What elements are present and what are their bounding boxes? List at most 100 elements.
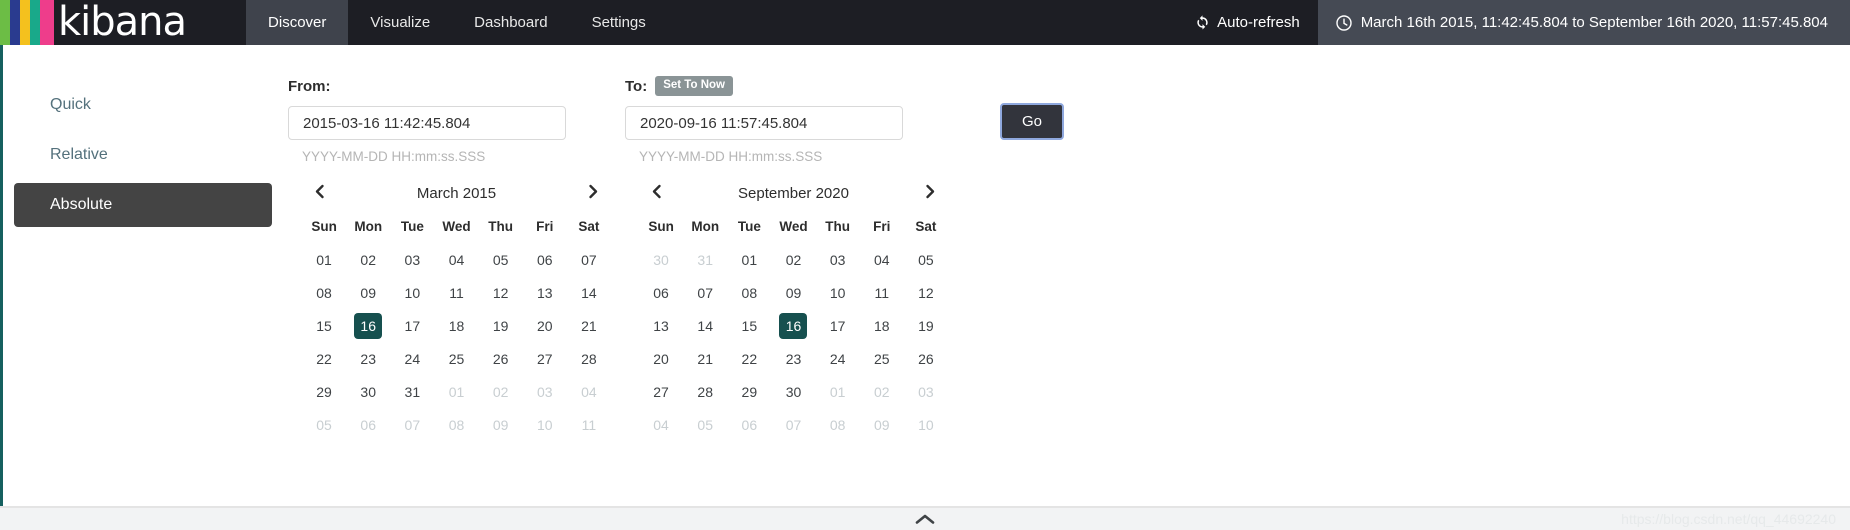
calendar-day[interactable]: 02	[354, 247, 382, 273]
from-date-input[interactable]	[288, 106, 566, 140]
calendar-day[interactable]: 08	[310, 280, 338, 306]
calendar-day[interactable]: 13	[531, 280, 559, 306]
calendar-day[interactable]: 07	[398, 412, 426, 438]
tab-discover[interactable]: Discover	[246, 0, 349, 45]
calendar-day[interactable]: 26	[487, 346, 515, 372]
calendar-day[interactable]: 06	[531, 247, 559, 273]
calendar-day[interactable]: 08	[735, 280, 763, 306]
go-button[interactable]: Go	[1000, 103, 1064, 140]
calendar-day[interactable]: 14	[691, 313, 719, 339]
calendar-day[interactable]: 08	[824, 412, 852, 438]
calendar-day[interactable]: 30	[779, 379, 807, 405]
calendar-day[interactable]: 04	[647, 412, 675, 438]
calendar-day[interactable]: 26	[912, 346, 940, 372]
mode-quick[interactable]: Quick	[14, 83, 272, 127]
calendar-day[interactable]: 24	[824, 346, 852, 372]
calendar-day[interactable]: 30	[647, 247, 675, 273]
calendar-day[interactable]: 10	[824, 280, 852, 306]
tab-dashboard[interactable]: Dashboard	[452, 0, 569, 45]
calendar-day[interactable]: 12	[487, 280, 515, 306]
calendar-day[interactable]: 10	[398, 280, 426, 306]
calendar-day[interactable]: 21	[575, 313, 603, 339]
calendar-day[interactable]: 05	[487, 247, 515, 273]
set-to-now-button[interactable]: Set To Now	[655, 76, 733, 96]
calendar-day[interactable]: 15	[310, 313, 338, 339]
tab-visualize[interactable]: Visualize	[348, 0, 452, 45]
calendar-day[interactable]: 04	[575, 379, 603, 405]
chevron-left-icon[interactable]	[645, 182, 668, 204]
tab-settings[interactable]: Settings	[570, 0, 668, 45]
mode-relative[interactable]: Relative	[14, 133, 272, 177]
calendar-day[interactable]: 17	[824, 313, 852, 339]
calendar-day[interactable]: 07	[779, 412, 807, 438]
calendar-day[interactable]: 02	[868, 379, 896, 405]
calendar-day[interactable]: 23	[779, 346, 807, 372]
calendar-day[interactable]: 09	[487, 412, 515, 438]
calendar-day[interactable]: 13	[647, 313, 675, 339]
calendar-day[interactable]: 19	[487, 313, 515, 339]
calendar-day[interactable]: 15	[735, 313, 763, 339]
calendar-day[interactable]: 05	[691, 412, 719, 438]
chevron-left-icon[interactable]	[308, 182, 331, 204]
calendar-day[interactable]: 21	[691, 346, 719, 372]
calendar-day[interactable]: 06	[735, 412, 763, 438]
calendar-day[interactable]: 07	[691, 280, 719, 306]
calendar-day[interactable]: 09	[868, 412, 896, 438]
calendar-day[interactable]: 28	[575, 346, 603, 372]
calendar-day[interactable]: 22	[735, 346, 763, 372]
mode-absolute[interactable]: Absolute	[14, 183, 272, 227]
calendar-day[interactable]: 03	[531, 379, 559, 405]
calendar-day[interactable]: 12	[912, 280, 940, 306]
calendar-day[interactable]: 27	[531, 346, 559, 372]
calendar-day[interactable]: 29	[310, 379, 338, 405]
calendar-day[interactable]: 03	[824, 247, 852, 273]
calendar-day[interactable]: 20	[647, 346, 675, 372]
calendar-day[interactable]: 10	[912, 412, 940, 438]
calendar-day[interactable]: 22	[310, 346, 338, 372]
calendar-day[interactable]: 03	[398, 247, 426, 273]
calendar-day[interactable]: 01	[824, 379, 852, 405]
calendar-day[interactable]: 31	[691, 247, 719, 273]
calendar-day[interactable]: 09	[354, 280, 382, 306]
calendar-day[interactable]: 18	[868, 313, 896, 339]
calendar-day[interactable]: 06	[647, 280, 675, 306]
calendar-day[interactable]: 03	[912, 379, 940, 405]
calendar-day[interactable]: 20	[531, 313, 559, 339]
calendar-day[interactable]: 06	[354, 412, 382, 438]
calendar-day[interactable]: 01	[310, 247, 338, 273]
calendar-day[interactable]: 08	[442, 412, 470, 438]
chevron-right-icon[interactable]	[919, 182, 942, 204]
chevron-right-icon[interactable]	[582, 182, 605, 204]
calendar-day[interactable]: 04	[442, 247, 470, 273]
calendar-day[interactable]: 02	[779, 247, 807, 273]
calendar-day[interactable]: 01	[442, 379, 470, 405]
calendar-day[interactable]: 29	[735, 379, 763, 405]
calendar-day[interactable]: 14	[575, 280, 603, 306]
calendar-day[interactable]: 28	[691, 379, 719, 405]
calendar-day[interactable]: 17	[398, 313, 426, 339]
calendar-day[interactable]: 11	[868, 280, 896, 306]
calendar-day[interactable]: 07	[575, 247, 603, 273]
calendar-day[interactable]: 01	[735, 247, 763, 273]
calendar-day[interactable]: 23	[354, 346, 382, 372]
calendar-day[interactable]: 09	[779, 280, 807, 306]
calendar-day-selected[interactable]: 16	[779, 313, 808, 339]
calendar-day[interactable]: 18	[442, 313, 470, 339]
calendar-day[interactable]: 04	[868, 247, 896, 273]
calendar-day[interactable]: 24	[398, 346, 426, 372]
calendar-day[interactable]: 11	[442, 280, 470, 306]
to-date-input[interactable]	[625, 106, 903, 140]
calendar-day[interactable]: 25	[868, 346, 896, 372]
calendar-day[interactable]: 10	[531, 412, 559, 438]
chevron-up-icon[interactable]	[915, 513, 935, 525]
calendar-day[interactable]: 19	[912, 313, 940, 339]
time-range-picker-button[interactable]: March 16th 2015, 11:42:45.804 to Septemb…	[1317, 0, 1850, 45]
calendar-day[interactable]: 31	[398, 379, 426, 405]
calendar-day[interactable]: 30	[354, 379, 382, 405]
calendar-day[interactable]: 25	[442, 346, 470, 372]
calendar-day[interactable]: 02	[487, 379, 515, 405]
calendar-day[interactable]: 05	[912, 247, 940, 273]
calendar-day[interactable]: 05	[310, 412, 338, 438]
calendar-day[interactable]: 11	[575, 412, 603, 438]
auto-refresh-button[interactable]: Auto-refresh	[1177, 0, 1318, 45]
